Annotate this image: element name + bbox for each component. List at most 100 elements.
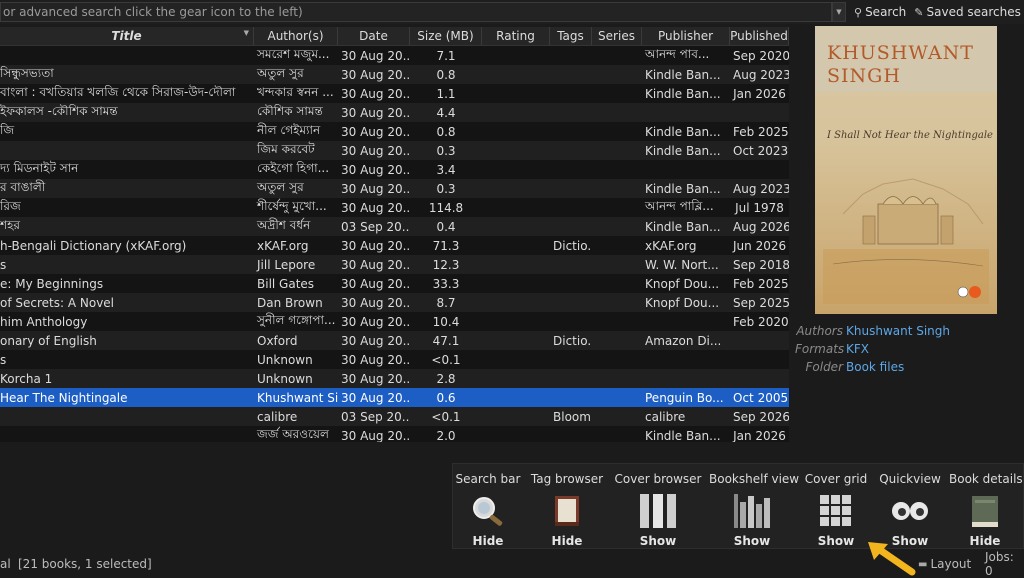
- cell-published: Jan 2026: [733, 86, 786, 101]
- cell-date: 03 Sep 20...: [341, 409, 410, 424]
- cell-authors: অদ্রীশ বর্ধন: [257, 217, 311, 232]
- formats-label: Formats: [795, 342, 845, 356]
- table-row[interactable]: জর্জ অরওয়েল 30 Aug 20... 2.0 Kindle Ban...…: [0, 426, 789, 442]
- cell-title: শহর: [0, 217, 21, 232]
- formats-link[interactable]: KFX: [846, 342, 869, 356]
- layout-search-bar-toggle[interactable]: Search bar Hide: [455, 464, 521, 550]
- cover-illustration: [823, 178, 989, 304]
- cell-published: Aug 2026: [733, 219, 789, 234]
- cell-size: 4.4: [436, 105, 456, 120]
- cell-publisher: Kindle Ban...: [645, 181, 721, 196]
- cell-authors: অতুল সুর: [257, 179, 304, 194]
- cell-size: 0.6: [436, 390, 456, 405]
- layout-item-label: Cover browser: [614, 472, 702, 486]
- grid-icon: [801, 492, 871, 530]
- cell-title: র বাঙালী: [0, 179, 46, 194]
- layout-cover-grid-toggle[interactable]: Cover grid Show: [801, 464, 871, 550]
- layout-item-action: Hide: [472, 534, 504, 548]
- cell-size: 10.4: [432, 314, 460, 329]
- cover-author-text: KHUSHWANT SINGH: [827, 42, 974, 87]
- search-dropdown-button[interactable]: ▼: [832, 2, 846, 22]
- cell-authors: খন্দকার স্বনন ...: [257, 84, 334, 99]
- cell-size: 0.3: [436, 143, 456, 158]
- cell-published: Sep 2018: [733, 257, 789, 272]
- book-cover[interactable]: KHUSHWANT SINGH I Shall Not Hear the Nig…: [815, 26, 997, 314]
- table-row[interactable]: জি নীল গেইম্যান 30 Aug 20... 0.8 Kindle Ban.…: [0, 122, 789, 141]
- table-row[interactable]: রিজ শীর্ষেন্দু মুখো... 30 Aug 20... 114.8 আন…: [0, 198, 789, 217]
- column-header-tags[interactable]: Tags: [550, 27, 592, 45]
- layout-item-action: Show: [639, 534, 677, 548]
- table-row[interactable]: সমরেশ মজুম... 30 Aug 20... 7.1 আনন্দ পাব...…: [0, 46, 789, 65]
- cell-date: 30 Aug 20...: [341, 428, 410, 443]
- table-row[interactable]: Hear The Nightingale Khushwant Si...30 Au…: [0, 388, 789, 407]
- cell-date: 30 Aug 20...: [341, 48, 410, 63]
- cell-title: Korcha 1: [0, 371, 53, 386]
- table-row[interactable]: শহর অদ্রীশ বর্ধন 03 Sep 20... 0.4 Kindle Ban…: [0, 217, 789, 236]
- table-row[interactable]: s Unknown 30 Aug 20... <0.1: [0, 350, 789, 369]
- column-header-rating[interactable]: Rating: [482, 27, 550, 45]
- table-row[interactable]: e: My Beginnings Bill Gates 30 Aug 20... 33…: [0, 274, 789, 293]
- cell-publisher: Kindle Ban...: [645, 86, 721, 101]
- table-row[interactable]: র বাঙালী অতুল সুর 30 Aug 20... 0.3 Kindle Ba…: [0, 179, 789, 198]
- table-row[interactable]: h-Bengali Dictionary (xKAF.org) xKAF.org 3…: [0, 236, 789, 255]
- table-row[interactable]: ইফকালস -কৌশিক সামন্ত কৌশিক সামন্ত 30 Aug 2…: [0, 103, 789, 122]
- status-book-count: [21 books, 1 selected]: [18, 557, 152, 571]
- column-header-date[interactable]: Date: [338, 27, 410, 45]
- search-input[interactable]: or advanced search click the gear icon t…: [0, 2, 832, 22]
- table-row[interactable]: him Anthology সুনীল গঙ্গোপা... 30 Aug 20..…: [0, 312, 789, 331]
- column-header-publisher[interactable]: Publisher: [642, 27, 730, 45]
- cell-date: 30 Aug 20...: [341, 181, 410, 196]
- cell-publisher: আনন্দ পাব্লি...: [645, 198, 714, 213]
- cell-title: দ্য মিডনাইট সান: [0, 160, 79, 175]
- magnifier-icon: [455, 492, 521, 530]
- layout-button[interactable]: ▬ Layout: [918, 557, 971, 571]
- table-row[interactable]: s Jill Lepore 30 Aug 20... 12.3 W. W. Nort..…: [0, 255, 789, 274]
- cell-tags: Bloom...: [553, 409, 592, 424]
- table-row[interactable]: জিম করবেট 30 Aug 20... 0.3 Kindle Ban... Oct…: [0, 141, 789, 160]
- table-row[interactable]: onary of English Oxford 30 Aug 20... 47.1 Di…: [0, 331, 789, 350]
- layout-item-action: Hide: [969, 534, 1001, 548]
- cell-authors: Unknown: [257, 371, 313, 386]
- column-header-published[interactable]: Published: [730, 27, 789, 45]
- authors-link[interactable]: Khushwant Singh: [846, 324, 950, 338]
- column-header-size[interactable]: Size (MB): [410, 27, 482, 45]
- formats-row: Formats KFX: [795, 342, 1024, 356]
- column-header-authors[interactable]: Author(s): [254, 27, 338, 45]
- folder-label: Folder: [805, 360, 843, 374]
- cell-date: 30 Aug 20...: [341, 143, 410, 158]
- layout-item-action: Hide: [551, 534, 583, 548]
- status-left-text: al: [0, 557, 11, 571]
- cell-date: 30 Aug 20...: [341, 200, 410, 215]
- cell-title: h-Bengali Dictionary (xKAF.org): [0, 238, 187, 253]
- layout-tag-browser-toggle[interactable]: Tag browser Hide: [527, 464, 607, 550]
- cell-publisher: Knopf Dou...: [645, 276, 720, 291]
- cell-authors: নীল গেইম্যান: [257, 122, 321, 137]
- layout-item-label: Book details: [949, 472, 1023, 486]
- table-row[interactable]: Korcha 1 Unknown 30 Aug 20... 2.8: [0, 369, 789, 388]
- cell-published: Jun 2026: [733, 238, 787, 253]
- closed-book-icon: [949, 492, 1021, 530]
- jobs-indicator[interactable]: Jobs: 0: [985, 550, 1024, 578]
- table-row[interactable]: দ্য মিডনাইট সান কেইগো হিগা... 30 Aug 20...…: [0, 160, 789, 179]
- table-row[interactable]: calibre 03 Sep 20... <0.1 Bloom... calibre Se…: [0, 407, 789, 426]
- cell-title: ইফকালস -কৌশিক সামন্ত: [0, 103, 118, 118]
- layout-book-details-toggle[interactable]: Book details Hide: [949, 464, 1023, 550]
- folder-link[interactable]: Book files: [846, 360, 904, 374]
- search-button[interactable]: ⚲ Search: [854, 5, 906, 19]
- column-header-title[interactable]: Title ▼: [0, 27, 254, 45]
- table-row[interactable]: সিন্ধুসভ্যতা অতুল সুর 30 Aug 20... 0.8 Kindl…: [0, 65, 789, 84]
- layout-cover-browser-toggle[interactable]: Cover browser Show: [613, 464, 703, 550]
- authors-row: Authors Khushwant Singh: [795, 324, 1024, 338]
- table-row[interactable]: বাংলা : বখতিয়ার খলজি থেকে সিরাজ-উদ-দৌলা…: [0, 84, 789, 103]
- table-row[interactable]: of Secrets: A Novel Dan Brown 30 Aug 20...…: [0, 293, 789, 312]
- layout-bookshelf-toggle[interactable]: Bookshelf view Show: [709, 464, 799, 550]
- cell-published: Feb 2020: [733, 314, 789, 329]
- cell-authors: জিম করবেট: [257, 141, 315, 156]
- authors-label: Authors: [796, 324, 843, 338]
- cell-publisher: Knopf Dou...: [645, 295, 720, 310]
- column-header-series[interactable]: Series: [592, 27, 642, 45]
- cell-published: Feb 2025: [733, 124, 789, 139]
- cell-size: 114.8: [428, 200, 464, 215]
- cell-authors: সুনীল গঙ্গোপা...: [257, 312, 336, 327]
- saved-searches-button[interactable]: ✎ Saved searches: [914, 5, 1021, 19]
